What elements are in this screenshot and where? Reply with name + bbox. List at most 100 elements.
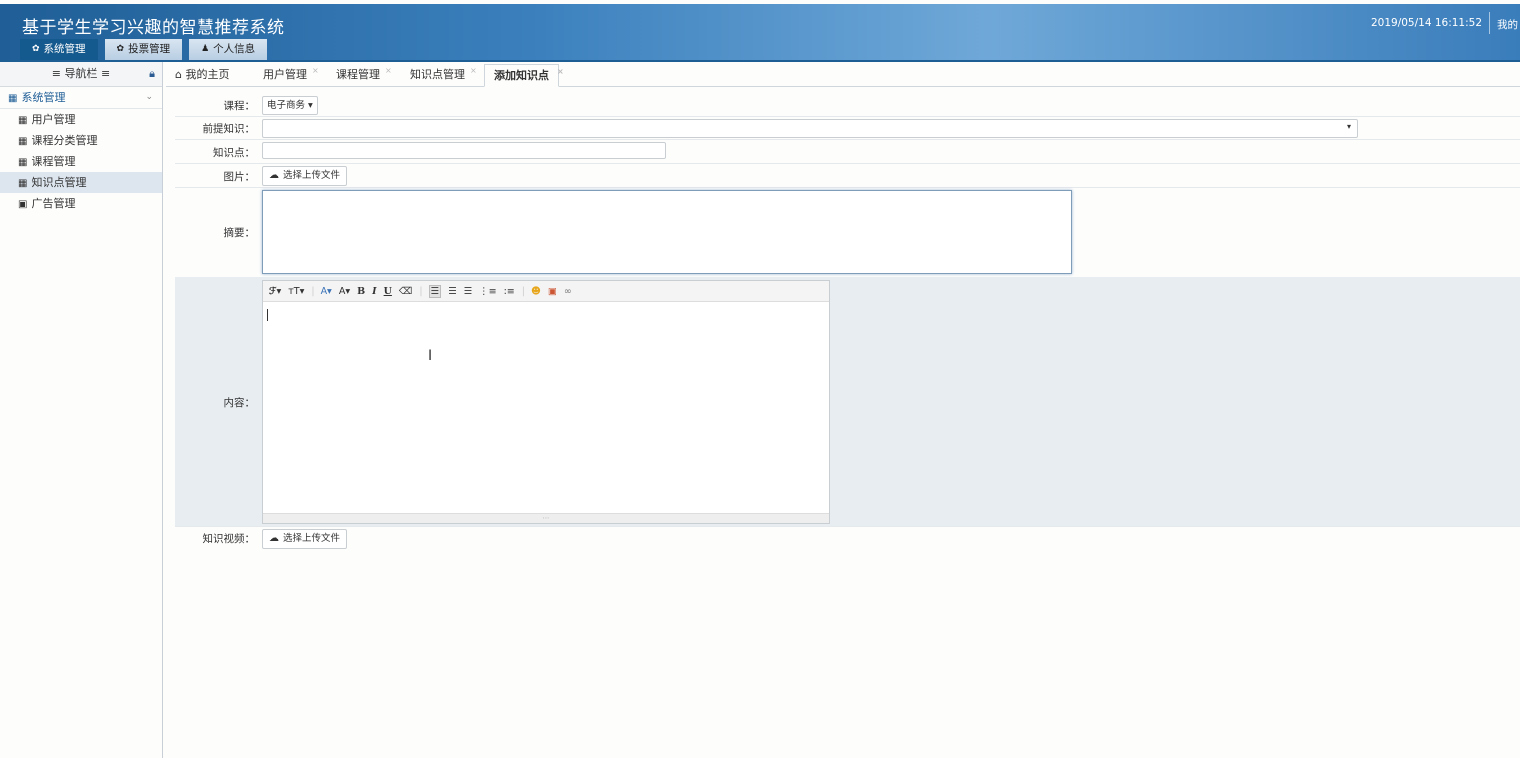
form-row-prereq: 前提知识： ▾ [175,116,1520,140]
sidebar: ≡ 导航栏 ≡ 🔒︎ ▦ 系统管理 ⌄ ▦ 用户管理 ▦ 课程分类管理 ▦ 课程管理 ▦… [0,62,163,758]
summary-label: 摘要： [223,227,256,239]
top-nav-label: 投票管理 [128,43,171,55]
sidebar-item-label: 广告管理 [31,197,76,210]
highlight-swatch: A [338,285,346,297]
italic-icon[interactable]: I [372,286,376,297]
table-icon: ▦ [18,157,28,168]
tab-label: 我的主页 [185,68,230,81]
top-nav-profile[interactable]: ♟ 个人信息 [189,39,268,60]
tab-home[interactable]: ⌂ 我的主页 [175,64,229,85]
tab-bar: ⌂ 我的主页 用户管理 × 课程管理 × 知识点管理 × 添加知识点 × [166,62,1520,87]
caret-down-icon: ▾ [308,100,313,111]
editor-toolbar: ℱ▾ тT▾ | A▾ A▾ B I U ⌫ | ☰ ☰ ☰ ⋮≡ :≡ | ☻… [263,281,829,302]
header-user-link[interactable]: 我的 [1497,17,1518,32]
sidebar-group-system[interactable]: ▦ 系统管理 ⌄ [0,87,162,109]
form-row-video: 知识视频： ☁ 选择上传文件 [175,526,1520,549]
form-row-image: 图片： ☁ 选择上传文件 [175,163,1520,188]
video-upload-button[interactable]: ☁ 选择上传文件 [262,529,348,549]
close-icon[interactable]: × [312,60,319,81]
sidebar-item-label: 知识点管理 [31,176,87,189]
upload-button-label: 选择上传文件 [283,533,341,544]
chevron-down-icon: ⌄ [145,92,153,102]
sidebar-item-courses[interactable]: ▦ 课程管理 [0,151,162,172]
image-insert-icon[interactable]: ▣ [548,286,557,297]
unordered-list-icon[interactable]: :≡ [504,286,515,297]
sidebar-item-ads[interactable]: ▣ 广告管理 [0,193,162,214]
align-center-icon[interactable]: ☰ [448,286,457,297]
video-label: 知识视频： [202,533,256,545]
table-icon: ▦ [8,93,18,104]
tab-label: 添加知识点 [494,69,549,82]
gear-icon: ✿ [32,44,40,54]
tab-label: 知识点管理 [410,68,465,81]
ordered-list-icon[interactable]: ⋮≡ [479,286,496,297]
form-row-summary: 摘要： [175,187,1520,278]
emoji-icon[interactable]: ☻ [531,286,541,297]
summary-textarea[interactable] [262,190,1072,274]
prereq-label: 前提知识： [202,123,256,135]
course-select-value: 电子商务 [267,100,306,111]
toolbar-separator: | [419,285,423,297]
app-header: 基于学生学习兴趣的智慧推荐系统 2019/05/14 16:11:52 我的 ✿… [0,4,1520,60]
highlight-color-icon[interactable]: A▾ [339,286,350,297]
prereq-select[interactable]: ▾ [262,119,1358,138]
header-divider [1489,12,1490,34]
close-icon[interactable]: × [557,61,564,82]
align-right-icon[interactable]: ☰ [464,286,473,297]
eraser-icon[interactable]: ⌫ [399,286,412,297]
table-icon: ▦ [18,115,28,126]
toolbar-separator: | [521,285,525,297]
tab-knowledge-points[interactable]: 知识点管理 × [410,64,477,85]
ibeam-cursor-icon: I [428,348,433,364]
close-icon[interactable]: × [470,60,477,81]
link-icon[interactable]: ∞ [564,286,572,297]
top-nav: ✿ 系统管理 ✿ 投票管理 ♟ 个人信息 [20,39,274,60]
align-left-icon[interactable]: ☰ [428,284,442,298]
image-label: 图片： [223,171,256,183]
course-label: 课程： [223,100,256,112]
sidebar-title: ≡ 导航栏 ≡ [51,67,111,80]
content-label: 内容： [223,397,256,409]
editor-content-area[interactable]: I [263,302,829,513]
cloud-upload-icon: ☁ [269,170,279,181]
font-size-icon[interactable]: тT▾ [288,286,304,297]
cloud-upload-icon: ☁ [269,533,279,544]
form-row-content: 内容： ℱ▾ тT▾ | A▾ A▾ B I U ⌫ | ☰ ☰ ☰ ⋮≡ :≡… [175,277,1520,527]
header-datetime: 2019/05/14 16:11:52 [1370,17,1482,29]
sidebar-item-label: 课程管理 [31,155,76,168]
top-nav-label: 个人信息 [213,43,256,55]
course-select[interactable]: 电子商务 ▾ [262,96,318,115]
tab-label: 用户管理 [263,68,307,81]
toolbar-separator: | [311,285,315,297]
tab-courses[interactable]: 课程管理 × [336,64,392,85]
sidebar-item-course-categories[interactable]: ▦ 课程分类管理 [0,130,162,151]
font-family-icon[interactable]: ℱ▾ [269,286,281,297]
editor-resize-handle[interactable]: ⋯ [263,513,829,523]
rich-text-editor: ℱ▾ тT▾ | A▾ A▾ B I U ⌫ | ☰ ☰ ☰ ⋮≡ :≡ | ☻… [262,280,830,524]
close-icon[interactable]: × [385,60,392,81]
picture-icon: ▣ [18,199,28,210]
knowledge-point-label: 知识点： [213,147,255,159]
form-row-knowledge-point: 知识点： [175,139,1520,164]
sidebar-group-label: 系统管理 [21,91,66,104]
top-nav-vote[interactable]: ✿ 投票管理 [104,39,183,60]
knowledge-point-input[interactable] [262,142,666,159]
top-nav-label: 系统管理 [43,43,86,55]
top-nav-system[interactable]: ✿ 系统管理 [20,39,98,60]
sidebar-item-users[interactable]: ▦ 用户管理 [0,109,162,130]
font-color-icon[interactable]: A▾ [321,286,332,297]
tab-add-knowledge-point[interactable]: 添加知识点 × [484,64,564,87]
tab-label: 课程管理 [336,68,380,81]
underline-icon[interactable]: U [384,286,392,297]
tab-users[interactable]: 用户管理 × [263,64,319,85]
sidebar-item-knowledge-points[interactable]: ▦ 知识点管理 [0,172,162,193]
text-caret [267,309,268,321]
bold-icon[interactable]: B [357,286,365,297]
lock-icon[interactable]: 🔒︎ [149,62,155,86]
app-title: 基于学生学习兴趣的智慧推荐系统 [22,18,285,38]
sidebar-item-label: 课程分类管理 [31,134,98,147]
caret-down-icon: ▾ [1346,122,1351,131]
image-upload-button[interactable]: ☁ 选择上传文件 [262,166,348,186]
gear-icon: ✿ [116,44,125,54]
table-icon: ▦ [18,178,28,189]
